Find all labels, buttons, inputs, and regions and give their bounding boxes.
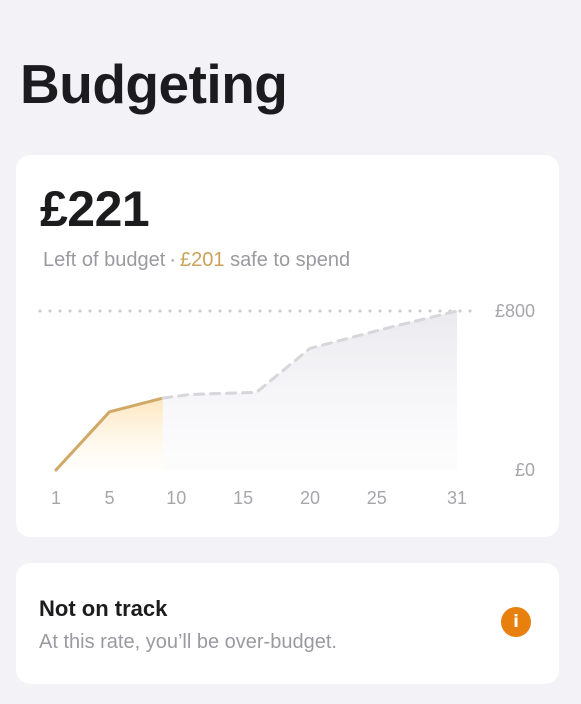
x-tick-label-10: 10 [166, 488, 186, 508]
y-tick-label-1: £0 [515, 460, 535, 480]
status-title: Not on track [39, 596, 168, 621]
budget-card[interactable]: £221 Left of budget · £201 safe to spend 1… [16, 155, 559, 537]
x-tick-label-20: 20 [300, 488, 320, 508]
spent-area [56, 398, 163, 470]
projected-area [162, 311, 457, 470]
page-title: Budgeting [20, 53, 288, 115]
x-tick-label-31: 31 [447, 488, 467, 508]
x-tick-label-1: 1 [51, 488, 61, 508]
x-tick-label-5: 5 [104, 488, 114, 508]
y-tick-label-0: £800 [495, 301, 535, 321]
info-icon[interactable]: i [501, 607, 531, 637]
x-tick-label-15: 15 [233, 488, 253, 508]
status-message: At this rate, you’ll be over-budget. [39, 631, 337, 653]
status-card[interactable]: Not on track At this rate, you’ll be ove… [16, 563, 559, 684]
x-tick-label-25: 25 [367, 488, 387, 508]
budget-chart: 1 5 10 15 20 25 31£800£0 [38, 301, 535, 508]
